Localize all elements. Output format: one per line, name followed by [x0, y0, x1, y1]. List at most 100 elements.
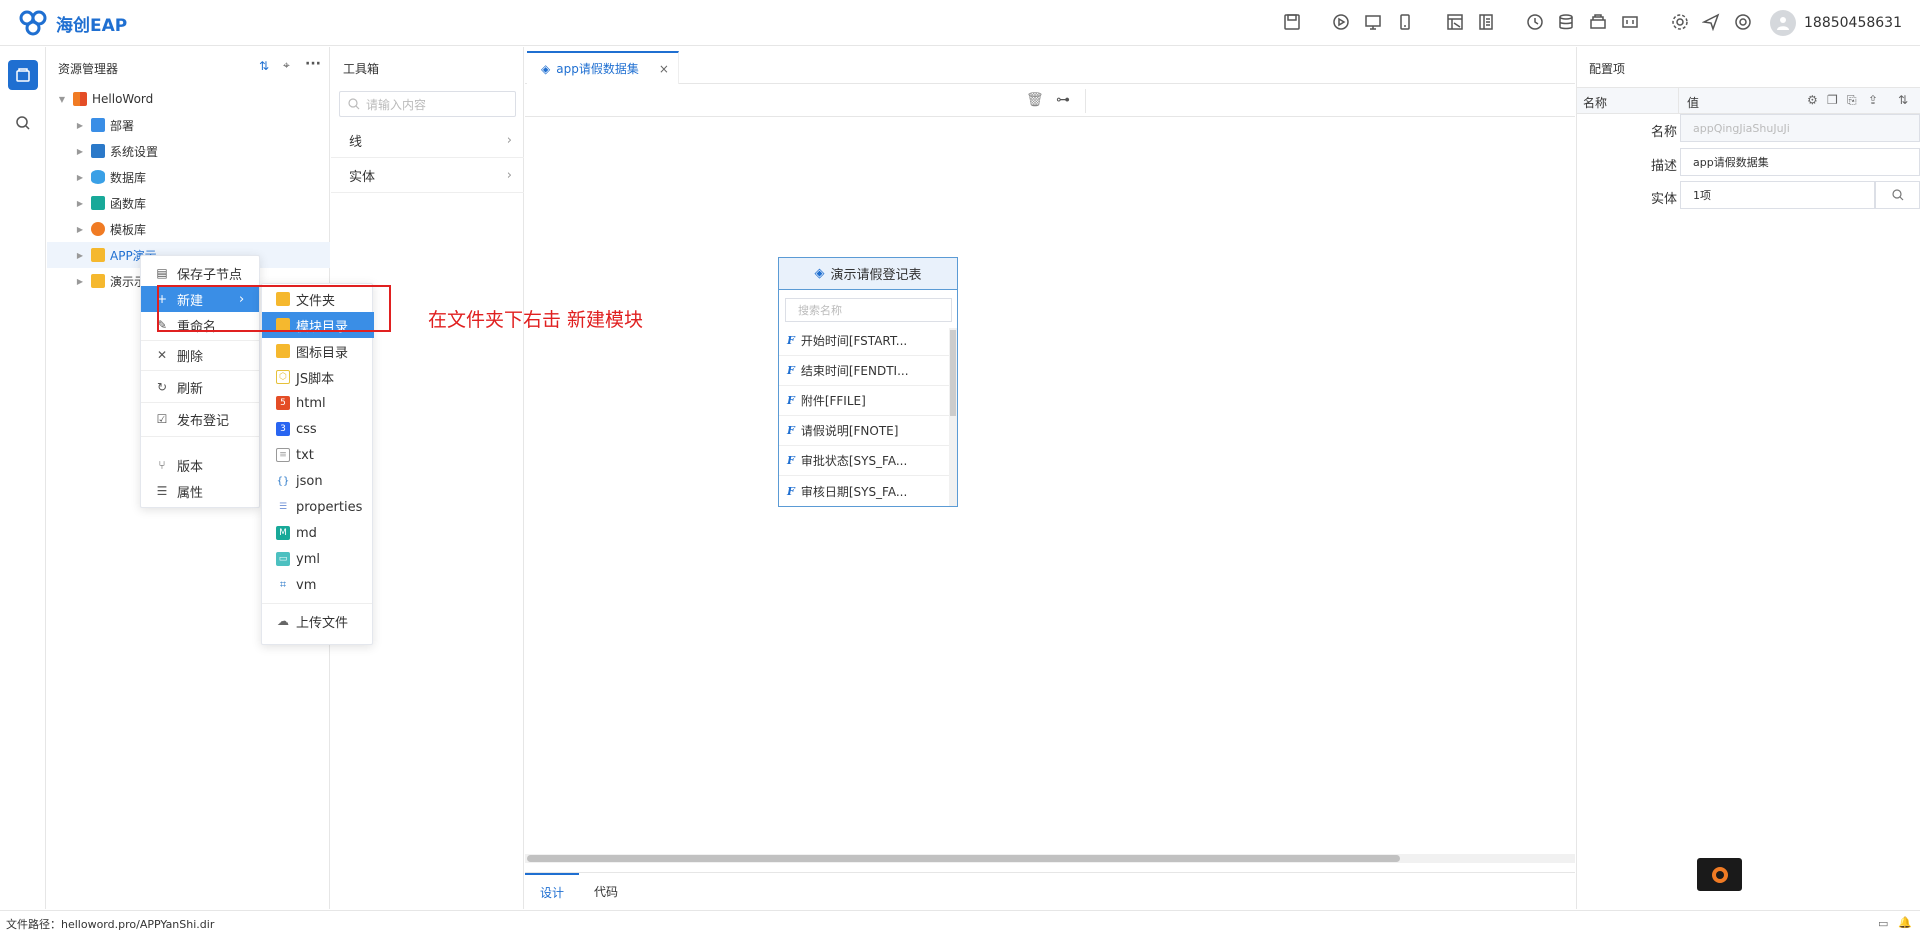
tree-item[interactable]: ▶ 函数库: [47, 190, 330, 216]
submenu-md[interactable]: Mmd: [262, 520, 374, 546]
css3-icon: 3: [276, 422, 290, 436]
settings-icon[interactable]: [1670, 12, 1690, 32]
toolbox-title: 工具箱: [343, 62, 380, 76]
search-icon: [16, 116, 30, 130]
menu-save-child-node[interactable]: ▤ 保存子节点: [141, 260, 259, 286]
connector-icon[interactable]: ⊶: [1056, 92, 1070, 108]
paste-icon[interactable]: ⎘: [1847, 93, 1857, 108]
field-type-icon: F: [787, 364, 795, 377]
app-logo[interactable]: 海创EAP: [18, 10, 127, 36]
submenu-item-label: txt: [296, 447, 314, 463]
tree-item[interactable]: ▶ 数据库: [47, 164, 330, 190]
entity-card[interactable]: ◈ 演示请假登记表 搜索名称 F 开始时间[FSTART... F 结束时间[FEN…: [778, 257, 958, 507]
app-name: 海创EAP: [56, 15, 128, 36]
sort-icon[interactable]: ⇅: [1898, 93, 1908, 107]
help-icon[interactable]: [1733, 12, 1753, 32]
close-icon[interactable]: ×: [659, 62, 669, 76]
explorer-activity-button[interactable]: [8, 60, 38, 90]
tree-item[interactable]: ▶ 部署: [47, 112, 330, 138]
entity-search-input[interactable]: 搜索名称: [785, 298, 952, 322]
submenu-js[interactable]: ⬡ JS脚本: [262, 364, 374, 390]
entity-search-button[interactable]: [1875, 181, 1920, 209]
menu-delete[interactable]: ✕ 删除: [141, 342, 259, 368]
doc-icon[interactable]: [1476, 12, 1496, 32]
entity-field-row[interactable]: F 结束时间[FENDTI...: [779, 356, 949, 386]
entity-title: 演示请假登记表: [830, 268, 922, 283]
tree-root[interactable]: ▼ HelloWord: [47, 86, 330, 112]
tab-design[interactable]: 设计: [525, 873, 579, 909]
config-desc-field[interactable]: app请假数据集: [1680, 148, 1920, 176]
layers-icon: ◈: [541, 61, 551, 76]
tree-item[interactable]: ▶ 系统设置: [47, 138, 330, 164]
search-activity-button[interactable]: [8, 108, 38, 138]
export-icon[interactable]: ⇪: [1868, 93, 1878, 107]
sync-icon[interactable]: ⇅: [259, 59, 269, 73]
user-phone: 18850458631: [1804, 15, 1902, 31]
floating-logo-icon[interactable]: [1697, 858, 1742, 891]
submenu-vm[interactable]: ⌗ vm: [262, 572, 374, 598]
desktop-icon[interactable]: [1363, 12, 1383, 32]
config-panel: 配置项 名称 值 ⚙ ❐ ⎘ ⇪ ⇅ 名称 appQingJiaShuJuJi …: [1576, 47, 1920, 909]
toolbox-group-label: 线: [349, 134, 363, 150]
menu-publish[interactable]: ☑ 发布登记: [141, 406, 259, 432]
entity-field-row[interactable]: F 附件[FFILE]: [779, 386, 949, 416]
tree-item-label: 系统设置: [110, 144, 159, 159]
submenu-item-label: vm: [296, 577, 317, 593]
entity-field-row[interactable]: F 审批状态[SYS_FA...: [779, 446, 949, 476]
history-icon[interactable]: [1525, 12, 1545, 32]
mobile-icon[interactable]: [1395, 12, 1415, 32]
menu-properties[interactable]: ☰ 属性: [141, 478, 259, 504]
tree-item[interactable]: ▶ 模板库: [47, 216, 330, 242]
entity-scrollbar[interactable]: [949, 328, 957, 506]
menu-item-label: 删除: [177, 349, 204, 365]
config-entity-field[interactable]: 1项: [1680, 181, 1875, 209]
ui-icon[interactable]: [1620, 12, 1640, 32]
design-canvas[interactable]: [525, 118, 1575, 854]
field-label: 开始时间[FSTART...: [800, 334, 908, 348]
submenu-txt[interactable]: ≡ txt: [262, 442, 374, 468]
tab-app-leave-dataset[interactable]: ◈ app请假数据集 ×: [527, 51, 679, 84]
entity-header[interactable]: ◈ 演示请假登记表: [779, 258, 957, 290]
gear-icon[interactable]: ⚙: [1807, 93, 1818, 107]
entity-field-row[interactable]: F 审核日期[SYS_FA...: [779, 476, 949, 506]
field-type-icon: F: [787, 454, 795, 467]
tree-item-label: 函数库: [110, 196, 147, 211]
save-icon[interactable]: [1282, 12, 1302, 32]
settings-icon: [91, 144, 105, 158]
copy-icon[interactable]: ❐: [1827, 93, 1838, 107]
config-entity-value: 1项: [1693, 189, 1711, 202]
scroll-thumb[interactable]: [527, 855, 1400, 862]
toolbox-group-line[interactable]: 线 ›: [331, 123, 524, 158]
submenu-html[interactable]: 5 html: [262, 390, 374, 416]
run-icon[interactable]: [1331, 12, 1351, 32]
submenu-yml[interactable]: ▭ yml: [262, 546, 374, 572]
submenu-properties[interactable]: ☰ properties: [262, 494, 374, 520]
send-icon[interactable]: [1701, 12, 1721, 32]
entity-scroll-thumb[interactable]: [950, 330, 956, 416]
list-icon: ☰: [156, 484, 168, 498]
bell-icon[interactable]: 🔔: [1898, 916, 1912, 929]
component-icon[interactable]: [1588, 12, 1608, 32]
design-icon[interactable]: [1445, 12, 1465, 32]
more-icon[interactable]: ···: [305, 56, 321, 72]
menu-version[interactable]: ⑂ 版本: [141, 452, 259, 478]
submenu-upload[interactable]: ☁ 上传文件: [262, 608, 374, 634]
submenu-css[interactable]: 3 css: [262, 416, 374, 442]
database-icon[interactable]: [1556, 12, 1576, 32]
canvas-horizontal-scrollbar[interactable]: [525, 854, 1575, 863]
tree-item-label: 数据库: [110, 170, 147, 185]
submenu-json[interactable]: {} json: [262, 468, 374, 494]
delete-icon[interactable]: 🗑: [1026, 92, 1044, 108]
entity-field-row[interactable]: F 请假说明[FNOTE]: [779, 416, 949, 446]
locate-icon[interactable]: ⌖: [283, 58, 290, 73]
menu-refresh[interactable]: ↻ 刷新: [141, 374, 259, 400]
menu-item-label: 保存子节点: [177, 267, 243, 283]
user-menu[interactable]: 18850458631: [1770, 10, 1902, 36]
config-desc-value: app请假数据集: [1693, 156, 1769, 169]
toolbox-group-entity[interactable]: 实体 ›: [331, 158, 524, 193]
tab-code[interactable]: 代码: [579, 873, 633, 909]
submenu-icon-dir[interactable]: 图标目录: [262, 338, 374, 364]
toolbox-search-input[interactable]: 请输入内容: [339, 91, 516, 117]
entity-field-row[interactable]: F 开始时间[FSTART...: [779, 326, 949, 356]
monitor-icon[interactable]: ▭: [1878, 917, 1888, 930]
